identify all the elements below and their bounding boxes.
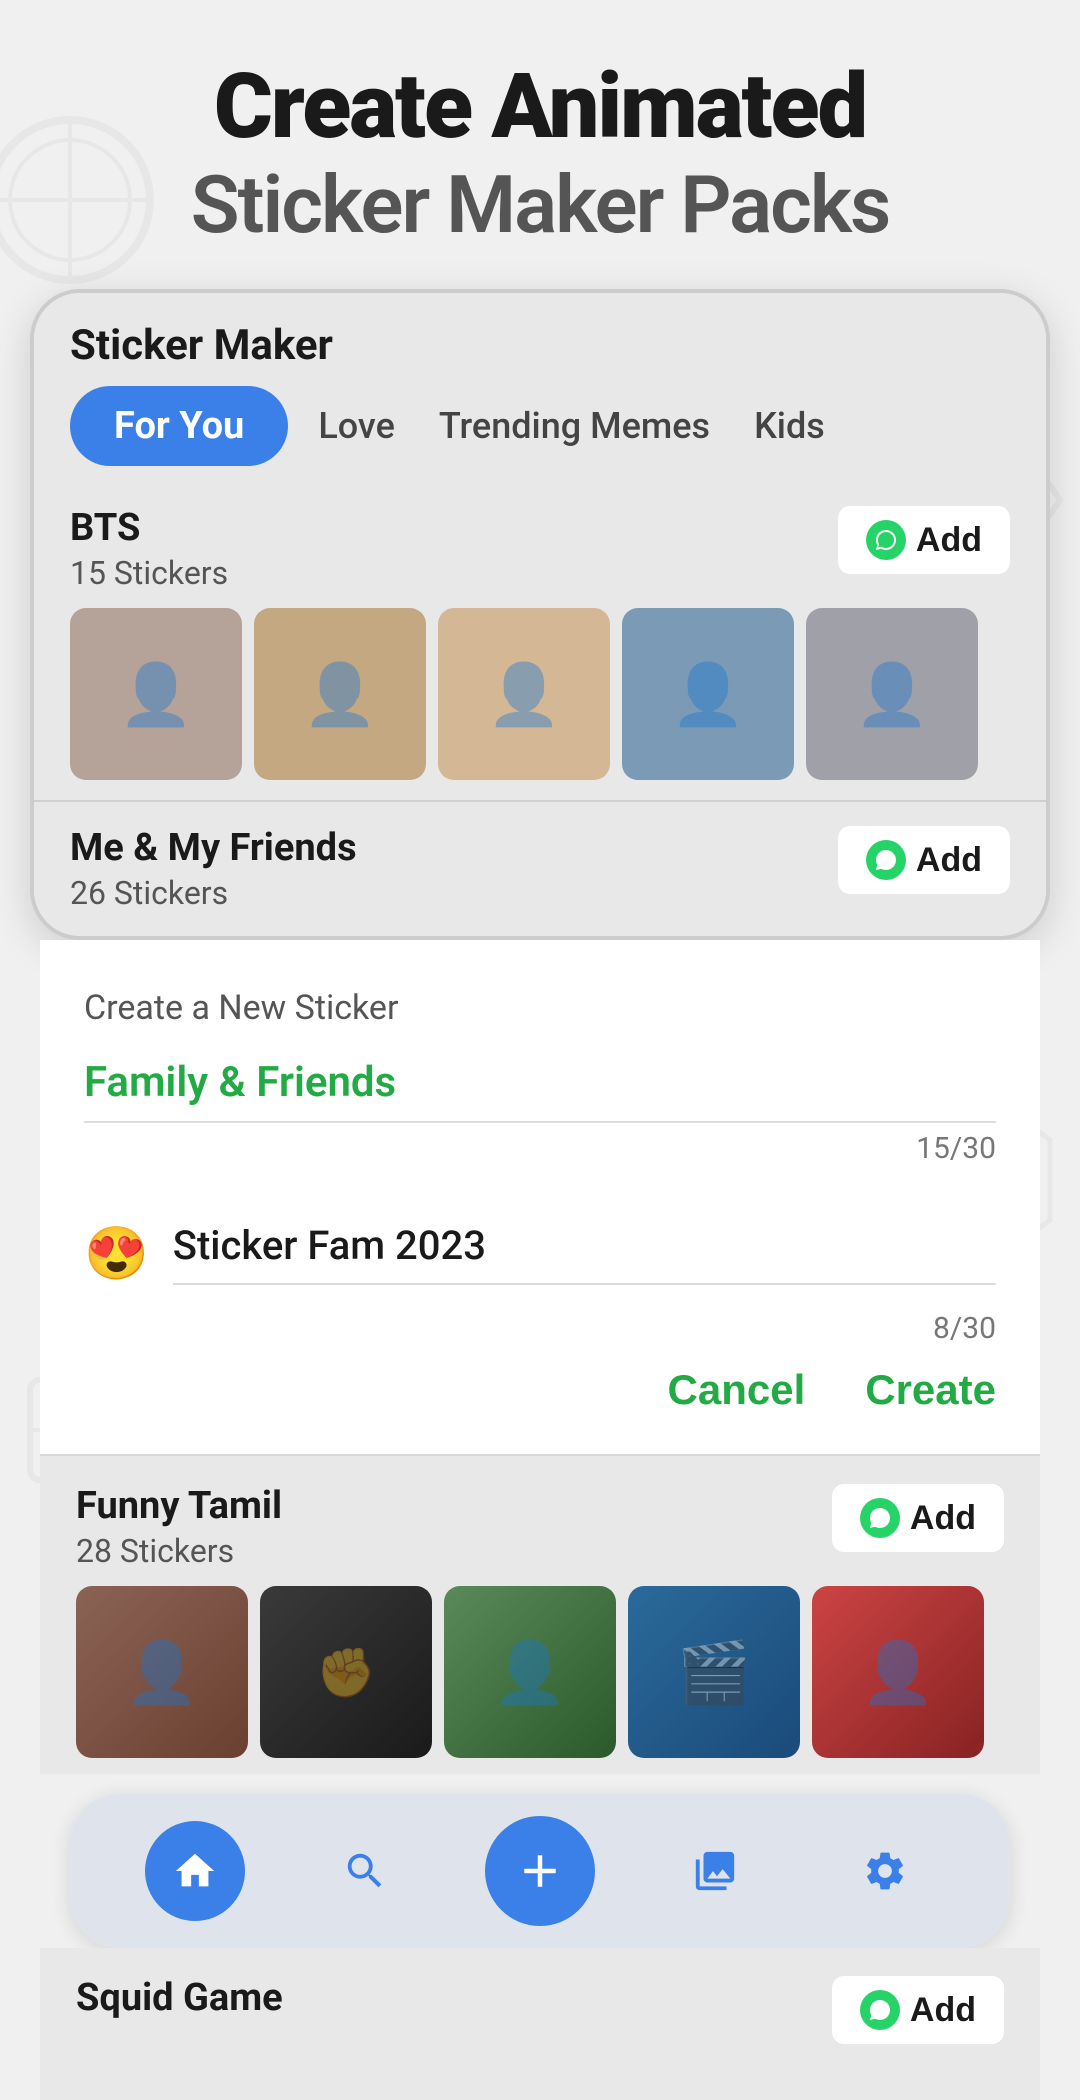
sticker-fam-emoji: 😍 [84, 1223, 149, 1284]
whatsapp-icon-friends [866, 840, 906, 880]
nav-collections[interactable] [665, 1821, 765, 1921]
bts-thumb-4[interactable]: 👤 [622, 608, 794, 780]
search-icon [342, 1848, 388, 1894]
dialog-hint: Create a New Sticker [84, 988, 996, 1028]
tab-for-you[interactable]: For You [70, 386, 288, 466]
app-title: Sticker Maker [70, 321, 1010, 370]
pack-name-squid: Squid Game [76, 1976, 283, 2020]
bts-thumb-2[interactable]: 👤 [254, 608, 426, 780]
category-tabs: For You Love Trending Memes Kids [34, 386, 1046, 486]
page-title: Create Animated Sticker Maker Packs [40, 60, 1040, 249]
sticker-pack-tamil: Funny Tamil 28 Stickers Add 👤 ✊ 👤 [40, 1454, 1040, 1774]
sticker-fam-counter: 8/30 [84, 1311, 996, 1346]
tab-kids[interactable]: Kids [754, 405, 825, 447]
add-squid-button[interactable]: Add [832, 1976, 1004, 2044]
add-bts-button[interactable]: Add [838, 506, 1010, 574]
pack-name-friends: Me & My Friends [70, 826, 357, 870]
create-sticker-dialog: Create a New Sticker Family & Friends 15… [40, 940, 1040, 1454]
tamil-thumb-3[interactable]: 👤 [444, 1586, 616, 1758]
bottom-navigation [70, 1794, 1010, 1948]
tamil-thumb-1[interactable]: 👤 [76, 1586, 248, 1758]
bts-previews: 👤 👤 👤 👤 👤 [70, 608, 1010, 780]
home-icon [172, 1848, 218, 1894]
pack-name-counter: 15/30 [84, 1131, 996, 1166]
bts-thumb-5[interactable]: 👤 [806, 608, 978, 780]
phone-mockup: Sticker Maker For You Love Trending Meme… [30, 289, 1050, 940]
whatsapp-icon-bts [866, 520, 906, 560]
dialog-actions: Cancel Create [84, 1366, 996, 1414]
sticker-fam-name[interactable]: Sticker Fam 2023 [173, 1222, 996, 1285]
nav-search[interactable] [315, 1821, 415, 1921]
pack-name-input[interactable]: Family & Friends [84, 1058, 996, 1123]
tamil-thumb-2[interactable]: ✊ [260, 1586, 432, 1758]
tamil-previews: 👤 ✊ 👤 🎬 👤 [76, 1586, 1004, 1758]
tamil-thumb-4[interactable]: 🎬 [628, 1586, 800, 1758]
pack-count-tamil: 28 Stickers [76, 1532, 282, 1570]
nav-add[interactable] [485, 1816, 595, 1926]
sticker-pack-squid: Squid Game Add [40, 1948, 1040, 2100]
sticker-fam-item: 😍 Sticker Fam 2023 [84, 1202, 996, 1305]
collections-icon [692, 1848, 738, 1894]
tab-love[interactable]: Love [318, 405, 395, 447]
whatsapp-icon-squid [860, 1990, 900, 2030]
cancel-button[interactable]: Cancel [668, 1366, 806, 1414]
create-button[interactable]: Create [865, 1366, 996, 1414]
add-tamil-button[interactable]: Add [832, 1484, 1004, 1552]
tamil-thumb-5[interactable]: 👤 [812, 1586, 984, 1758]
pack-count-friends: 26 Stickers [70, 874, 357, 912]
whatsapp-icon-tamil [860, 1498, 900, 1538]
add-icon [513, 1844, 567, 1898]
nav-settings[interactable] [835, 1821, 935, 1921]
sticker-pack-bts: BTS 15 Stickers Add 👤 👤 [34, 486, 1046, 800]
tab-trending[interactable]: Trending Memes [439, 405, 710, 447]
pack-name-tamil: Funny Tamil [76, 1484, 282, 1528]
header-subtitle: Sticker Maker Packs [191, 158, 889, 252]
bts-thumb-1[interactable]: 👤 [70, 608, 242, 780]
bts-thumb-3[interactable]: 👤 [438, 608, 610, 780]
pack-name-input-group: Family & Friends 15/30 [84, 1058, 996, 1166]
settings-icon [862, 1848, 908, 1894]
app-bar: Sticker Maker [34, 293, 1046, 386]
sticker-pack-friends-header: Me & My Friends 26 Stickers Add [34, 800, 1046, 936]
nav-home[interactable] [145, 1821, 245, 1921]
pack-name-bts: BTS [70, 506, 228, 550]
add-friends-button[interactable]: Add [838, 826, 1010, 894]
pack-count-bts: 15 Stickers [70, 554, 228, 592]
sticker-card-header: BTS 15 Stickers Add [70, 506, 1010, 592]
header: Create Animated Sticker Maker Packs [40, 60, 1040, 249]
